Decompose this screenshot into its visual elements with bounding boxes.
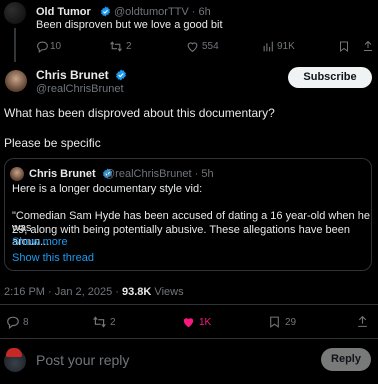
verified-badge-icon <box>100 6 111 17</box>
views-count: 93.8K <box>122 286 152 298</box>
quoted-author-handle[interactable]: @realChrisBrunet <box>104 168 192 180</box>
reply-icon[interactable] <box>6 315 20 329</box>
views-label: Views <box>151 286 184 298</box>
subscribe-button[interactable]: Subscribe <box>288 67 372 88</box>
post-time[interactable]: 6h <box>199 6 211 18</box>
author-meta: @oldtumorTTV · 6h <box>100 6 211 18</box>
quoted-author-name-row: Chris Brunet <box>29 168 113 180</box>
repost-icon[interactable] <box>109 40 123 53</box>
quoted-post-text: Here is a longer documentary style vid: <box>12 183 203 195</box>
post-timestamp: 2:16 PM · Jan 2, 2025 · 93.8K Views <box>4 286 184 298</box>
reply-input[interactable]: Post your reply <box>36 352 129 368</box>
views-icon[interactable] <box>262 40 275 53</box>
author-name-row: Chris Brunet <box>36 68 127 82</box>
like-count: 1K <box>199 317 212 328</box>
repost-count: 2 <box>110 317 116 328</box>
repost-icon[interactable] <box>92 315 107 329</box>
quoted-post-time[interactable]: 5h <box>201 168 213 180</box>
divider <box>0 304 378 305</box>
post-text: Please be specific <box>4 136 101 150</box>
author-handle[interactable]: @oldtumorTTV <box>114 6 189 18</box>
like-icon[interactable] <box>181 315 196 329</box>
avatar[interactable] <box>10 167 24 181</box>
author-name[interactable]: Old Tumor <box>36 6 91 18</box>
post-text: Been disproven but we love a good bit <box>36 19 223 31</box>
reply-count: 8 <box>23 317 29 328</box>
repost-count: 2 <box>126 41 132 52</box>
like-icon[interactable] <box>186 40 199 53</box>
bookmark-icon[interactable] <box>338 40 350 53</box>
post-text: What has been disproved about this docum… <box>4 106 275 120</box>
bookmark-icon[interactable] <box>268 315 281 329</box>
share-icon[interactable] <box>356 314 369 329</box>
show-more-link[interactable]: Show more <box>12 236 68 248</box>
share-icon[interactable] <box>362 39 374 53</box>
reply-icon[interactable] <box>36 40 49 53</box>
bookmark-count: 29 <box>285 317 297 328</box>
quoted-author-meta: @realChrisBrunet · 5h <box>104 168 214 180</box>
show-thread-link[interactable]: Show this thread <box>12 252 94 264</box>
avatar[interactable] <box>5 70 27 92</box>
thread-connector-line <box>14 28 16 62</box>
author-name[interactable]: Chris Brunet <box>36 68 109 82</box>
like-count: 554 <box>202 41 219 52</box>
santa-hat-icon <box>6 348 22 357</box>
reply-button[interactable]: Reply <box>321 348 371 371</box>
divider <box>0 338 378 339</box>
avatar[interactable] <box>4 2 26 24</box>
views-count: 91K <box>277 41 295 52</box>
timestamp-text[interactable]: 2:16 PM · Jan 2, 2025 · <box>4 286 122 298</box>
verified-badge-icon <box>116 69 126 81</box>
reply-count: 10 <box>50 41 62 52</box>
author-handle[interactable]: @realChrisBrunet <box>36 83 124 95</box>
quoted-author-name[interactable]: Chris Brunet <box>29 168 96 180</box>
